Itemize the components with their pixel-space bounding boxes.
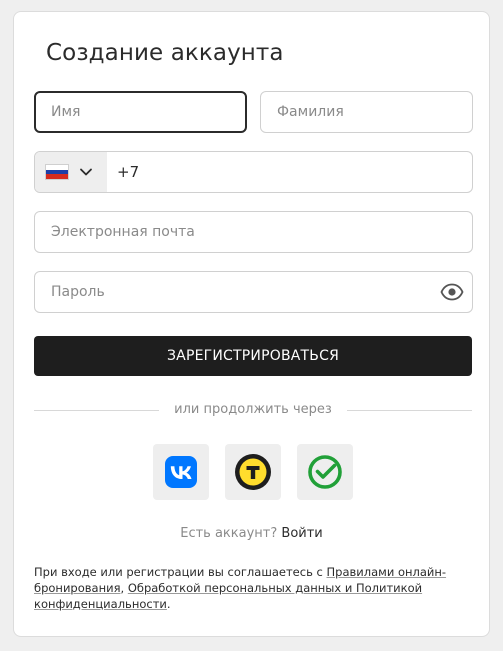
phone-field[interactable]: +7 (34, 151, 473, 193)
register-button[interactable]: ЗАРЕГИСТРИРОВАТЬСЯ (34, 336, 472, 376)
last-name-input[interactable] (261, 92, 472, 132)
email-field[interactable] (34, 211, 473, 253)
first-name-input[interactable] (36, 93, 245, 131)
legal-notice: При входе или регистрации вы соглашаетес… (34, 564, 474, 612)
first-name-field[interactable] (34, 91, 247, 133)
vk-login-button[interactable] (153, 444, 209, 500)
login-prompt: Есть аккаунт? Войти (14, 526, 489, 541)
russia-flag-icon (45, 164, 69, 180)
password-input[interactable] (35, 272, 472, 312)
phone-input[interactable] (139, 152, 459, 192)
alt-login-divider: или продолжить через (34, 402, 472, 420)
email-input[interactable] (35, 212, 472, 252)
password-field[interactable] (34, 271, 473, 313)
sber-icon (308, 455, 342, 489)
tinkoff-login-button[interactable] (225, 444, 281, 500)
login-link[interactable]: Войти (281, 526, 322, 541)
legal-prefix: При входе или регистрации вы соглашаетес… (34, 565, 327, 579)
tinkoff-icon (235, 454, 271, 490)
country-select[interactable] (35, 152, 107, 192)
page-title: Создание аккаунта (46, 40, 284, 66)
legal-suffix: . (166, 597, 171, 611)
last-name-field[interactable] (260, 91, 473, 133)
legal-separator: , (120, 581, 128, 595)
sber-login-button[interactable] (297, 444, 353, 500)
phone-prefix: +7 (117, 163, 140, 181)
login-prompt-question: Есть аккаунт? (180, 526, 282, 541)
chevron-down-icon (80, 168, 92, 176)
signup-card: Создание аккаунта +7 (13, 11, 490, 637)
divider-line-right (347, 410, 472, 411)
show-password-eye-icon[interactable] (440, 281, 464, 303)
vk-icon (165, 456, 197, 488)
